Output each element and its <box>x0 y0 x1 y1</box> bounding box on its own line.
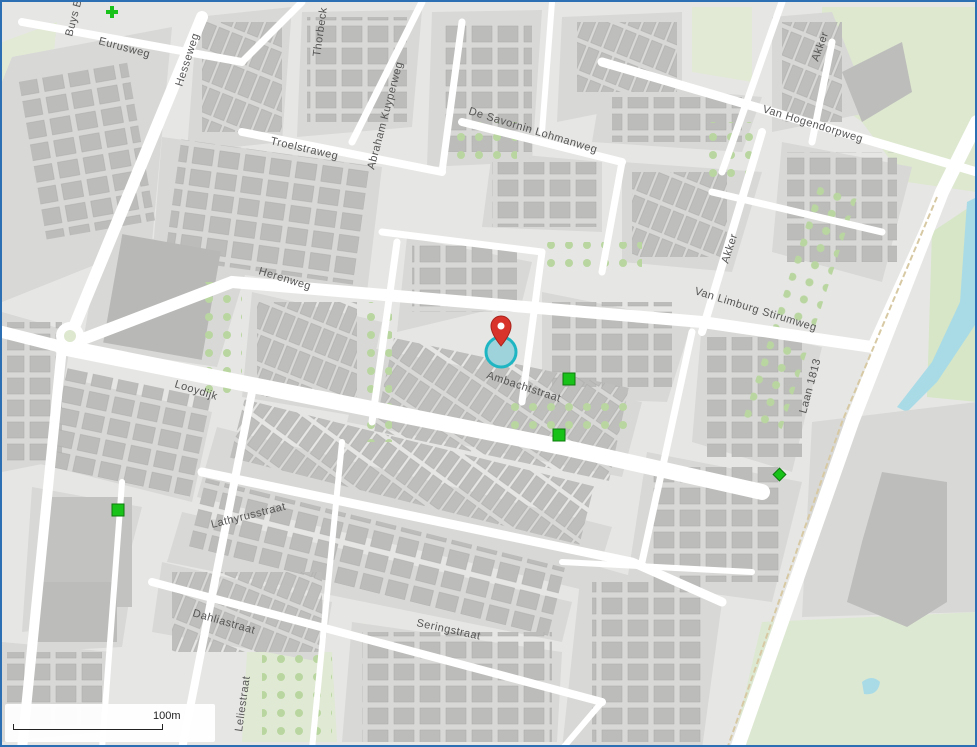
scale-bar-label: 100m <box>153 710 181 722</box>
map-canvas[interactable]: Buys B Eurusweg Hesseweg Thorbeck Abraha… <box>0 0 977 747</box>
map-base-layer: Buys B Eurusweg Hesseweg Thorbeck Abraha… <box>2 2 975 745</box>
poi-marker-green-square[interactable] <box>562 372 576 386</box>
scale-bar: 100m <box>5 704 215 742</box>
poi-marker-green-square[interactable] <box>552 428 566 442</box>
scale-bar-line <box>13 724 163 730</box>
poi-marker-green-square[interactable] <box>111 503 125 517</box>
